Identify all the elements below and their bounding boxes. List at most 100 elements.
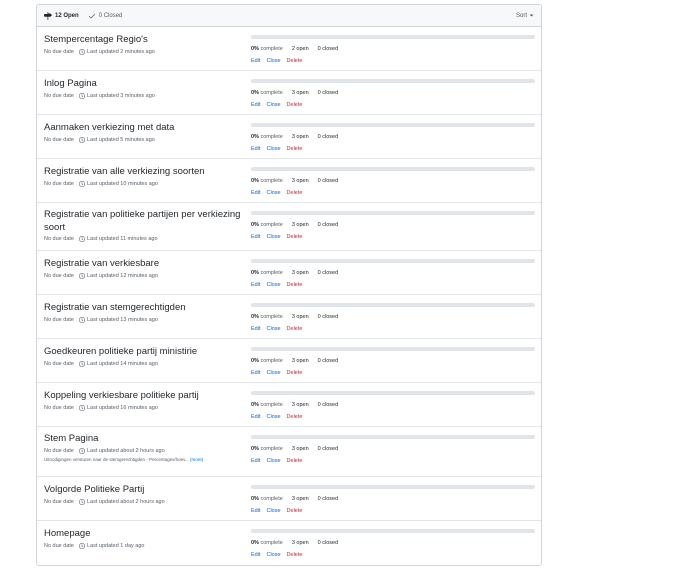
delete-link[interactable]: Delete: [287, 102, 303, 108]
milestone-info: Registratie van verkiesbare No due date …: [44, 258, 244, 279]
milestone-row: Stempercentage Regio's No due date Last …: [37, 27, 541, 71]
close-link[interactable]: Close: [266, 458, 280, 464]
open-milestones-tab[interactable]: 12 Open: [44, 11, 79, 20]
closed-issues-count: 0 closed: [318, 402, 339, 408]
milestone-stats: 0% complete 3 open 0 closed: [251, 222, 535, 228]
milestone-meta: No due date Last updated 2 minutes ago: [44, 48, 244, 55]
progress-bar: [251, 35, 535, 39]
last-updated: Last updated 3 minutes ago: [86, 92, 155, 99]
open-issues-value: 3 open: [291, 540, 309, 546]
milestone-stats: 0% complete 3 open 0 closed: [251, 90, 535, 96]
milestone-title[interactable]: Koppeling verkiesbare politieke partij: [44, 390, 244, 403]
percent-value: 0%: [251, 496, 259, 502]
milestone-title[interactable]: Stempercentage Regio's: [44, 34, 244, 47]
close-link[interactable]: Close: [266, 58, 280, 64]
closed-issues-count: 0 closed: [318, 178, 339, 184]
close-link[interactable]: Close: [266, 508, 280, 514]
edit-link[interactable]: Edit: [251, 282, 260, 288]
due-date: No due date: [44, 498, 74, 505]
percent-value: 0%: [251, 402, 259, 408]
delete-link[interactable]: Delete: [287, 234, 303, 240]
edit-link[interactable]: Edit: [251, 458, 260, 464]
closed-issues-count: 0 closed: [318, 446, 339, 452]
edit-link[interactable]: Edit: [251, 508, 260, 514]
milestone-title[interactable]: Registratie van stemgerechtigden: [44, 302, 244, 315]
milestone-title[interactable]: Registratie van politieke partijen per v…: [44, 209, 244, 234]
percent-value: 0%: [251, 314, 259, 320]
milestone-actions: Edit Close Delete: [251, 458, 535, 464]
delete-link[interactable]: Delete: [287, 326, 303, 332]
open-issues-count: 3 open: [292, 270, 309, 276]
edit-link[interactable]: Edit: [251, 414, 260, 420]
close-link[interactable]: Close: [266, 282, 280, 288]
last-updated: Last updated 2 minutes ago: [86, 48, 155, 55]
closed-issues-value: 0 closed: [317, 402, 339, 408]
edit-link[interactable]: Edit: [251, 370, 260, 376]
close-link[interactable]: Close: [266, 190, 280, 196]
open-issues-count: 3 open: [292, 178, 309, 184]
delete-link[interactable]: Delete: [287, 190, 303, 196]
milestone-title[interactable]: Aanmaken verkiezing met data: [44, 122, 244, 135]
progress-bar: [251, 123, 535, 127]
delete-link[interactable]: Delete: [287, 458, 303, 464]
milestone-title[interactable]: Registratie van verkiesbare: [44, 258, 244, 271]
percent-complete: 0% complete: [251, 540, 283, 546]
milestone-title[interactable]: Goedkeuren politieke partij ministirie: [44, 346, 244, 359]
percent-value: 0%: [251, 90, 259, 96]
edit-link[interactable]: Edit: [251, 190, 260, 196]
last-updated: Last updated about 2 hours ago: [86, 498, 165, 505]
close-link[interactable]: Close: [266, 326, 280, 332]
complete-label: complete: [260, 46, 283, 52]
complete-label: complete: [260, 134, 283, 140]
last-updated: Last updated 14 minutes ago: [86, 360, 158, 367]
close-link[interactable]: Close: [266, 414, 280, 420]
closed-milestones-tab[interactable]: 0 Closed: [88, 12, 122, 20]
milestone-row: Inlog Pagina No due date Last updated 3 …: [37, 71, 541, 115]
milestone-actions: Edit Close Delete: [251, 414, 535, 420]
clock-icon: [78, 316, 85, 323]
edit-link[interactable]: Edit: [251, 102, 260, 108]
milestone-row: Registratie van stemgerechtigden No due …: [37, 295, 541, 339]
milestone-rows: Stempercentage Regio's No due date Last …: [37, 27, 541, 565]
milestone-title[interactable]: Homepage: [44, 528, 244, 541]
open-issues-value: 3 open: [291, 496, 309, 502]
milestone-title[interactable]: Inlog Pagina: [44, 78, 244, 91]
close-link[interactable]: Close: [266, 234, 280, 240]
milestone-progress: 0% complete 2 open 0 closed Edit Close D…: [251, 35, 535, 64]
clock-icon: [78, 360, 85, 367]
delete-link[interactable]: Delete: [287, 58, 303, 64]
closed-issues-count: 0 closed: [318, 222, 339, 228]
milestone-info: Stem Pagina No due date Last updated abo…: [44, 433, 244, 462]
milestone-title[interactable]: Registratie van alle verkiezing soorten: [44, 166, 244, 179]
edit-link[interactable]: Edit: [251, 234, 260, 240]
milestone-info: Inlog Pagina No due date Last updated 3 …: [44, 78, 244, 99]
edit-link[interactable]: Edit: [251, 552, 260, 558]
percent-value: 0%: [251, 540, 259, 546]
delete-link[interactable]: Delete: [287, 508, 303, 514]
edit-link[interactable]: Edit: [251, 326, 260, 332]
delete-link[interactable]: Delete: [287, 414, 303, 420]
milestone-progress: 0% complete 3 open 0 closed Edit Close D…: [251, 435, 535, 464]
closed-issues-value: 0 closed: [317, 46, 339, 52]
close-link[interactable]: Close: [266, 370, 280, 376]
due-date: No due date: [44, 360, 74, 367]
close-link[interactable]: Close: [266, 102, 280, 108]
close-link[interactable]: Close: [266, 552, 280, 558]
last-updated: Last updated 16 minutes ago: [86, 404, 158, 411]
more-link[interactable]: (more): [190, 457, 203, 462]
due-date: No due date: [44, 404, 74, 411]
edit-link[interactable]: Edit: [251, 58, 260, 64]
progress-bar: [251, 435, 535, 439]
open-issues-count: 3 open: [292, 314, 309, 320]
sort-dropdown[interactable]: Sort: [516, 13, 534, 19]
close-link[interactable]: Close: [266, 146, 280, 152]
delete-link[interactable]: Delete: [287, 370, 303, 376]
delete-link[interactable]: Delete: [287, 552, 303, 558]
delete-link[interactable]: Delete: [287, 282, 303, 288]
milestone-title[interactable]: Volgorde Politieke Partij: [44, 484, 244, 497]
percent-complete: 0% complete: [251, 222, 283, 228]
milestone-title[interactable]: Stem Pagina: [44, 433, 244, 446]
delete-link[interactable]: Delete: [287, 146, 303, 152]
edit-link[interactable]: Edit: [251, 146, 260, 152]
milestone-icon: [44, 11, 52, 20]
